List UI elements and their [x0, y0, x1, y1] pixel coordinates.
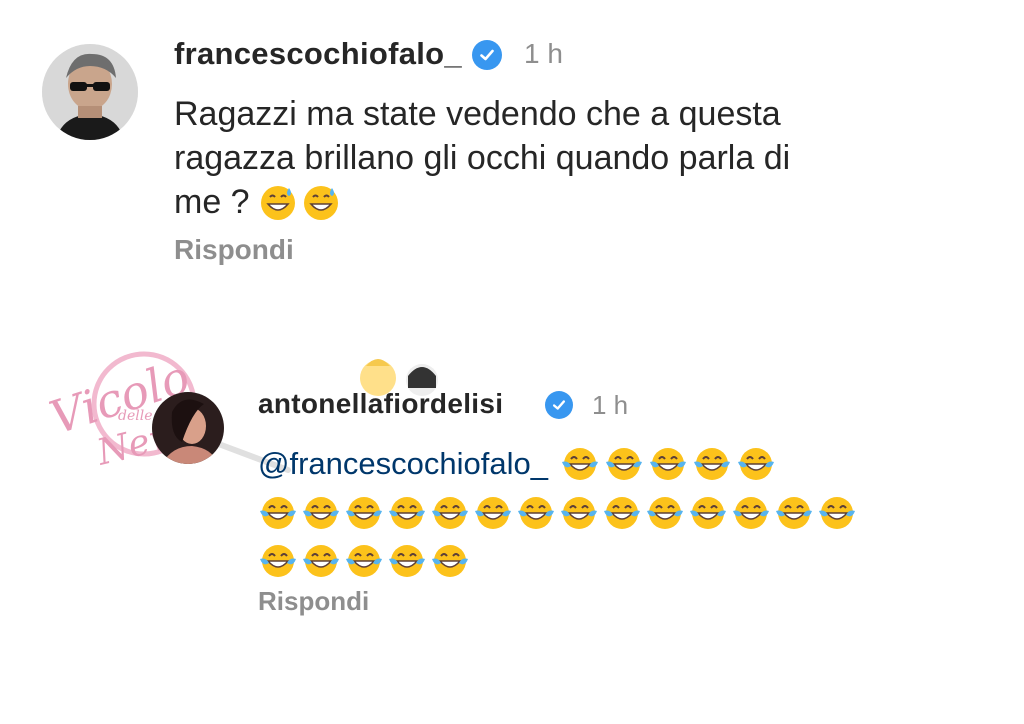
username-antonellafiordelisi[interactable]: antonellafiordelisi [258, 388, 503, 420]
verified-badge-icon [545, 391, 573, 419]
comment-line-3 [258, 538, 898, 584]
comment-antonellafiordelisi: antonellafiordelisi 1 h @francescochiofa… [0, 0, 1024, 724]
comment-line-2 [258, 490, 898, 536]
tears-of-joy-emoji [260, 545, 296, 577]
comment-line-1: @francescochiofalo_ [258, 442, 898, 486]
tears-of-joy-emoji [303, 545, 339, 577]
tears-of-joy-emoji [389, 497, 425, 529]
emoji-row-3 [258, 541, 470, 581]
avatar-antonellafiordelisi[interactable] [152, 392, 224, 464]
tears-of-joy-emoji [776, 497, 812, 529]
tears-of-joy-emoji [647, 497, 683, 529]
emoji-row-2 [258, 493, 857, 533]
profile-photo [152, 392, 224, 464]
tears-of-joy-emoji [819, 497, 855, 529]
tears-of-joy-emoji [518, 497, 554, 529]
tears-of-joy-emoji [432, 545, 468, 577]
tears-of-joy-emoji [693, 448, 730, 480]
tears-of-joy-emoji [561, 448, 598, 480]
comment-text: @francescochiofalo_ [258, 442, 898, 584]
mention-link[interactable]: @francescochiofalo_ [258, 446, 548, 482]
tears-of-joy-emoji [649, 448, 686, 480]
tears-of-joy-emoji [389, 545, 425, 577]
reply-button[interactable]: Rispondi [258, 586, 369, 617]
tears-of-joy-emoji [733, 497, 769, 529]
tears-of-joy-emoji [260, 497, 296, 529]
emoji-row-1 [560, 444, 776, 484]
tears-of-joy-emoji [475, 497, 511, 529]
tears-of-joy-emoji [561, 497, 597, 529]
tears-of-joy-emoji [346, 497, 382, 529]
comment-time: 1 h [592, 390, 629, 420]
tears-of-joy-emoji [303, 497, 339, 529]
tears-of-joy-emoji [432, 497, 468, 529]
tears-of-joy-emoji [604, 497, 640, 529]
tears-of-joy-emoji [605, 448, 642, 480]
tears-of-joy-emoji [690, 497, 726, 529]
tears-of-joy-emoji [737, 448, 774, 480]
tears-of-joy-emoji [346, 545, 382, 577]
